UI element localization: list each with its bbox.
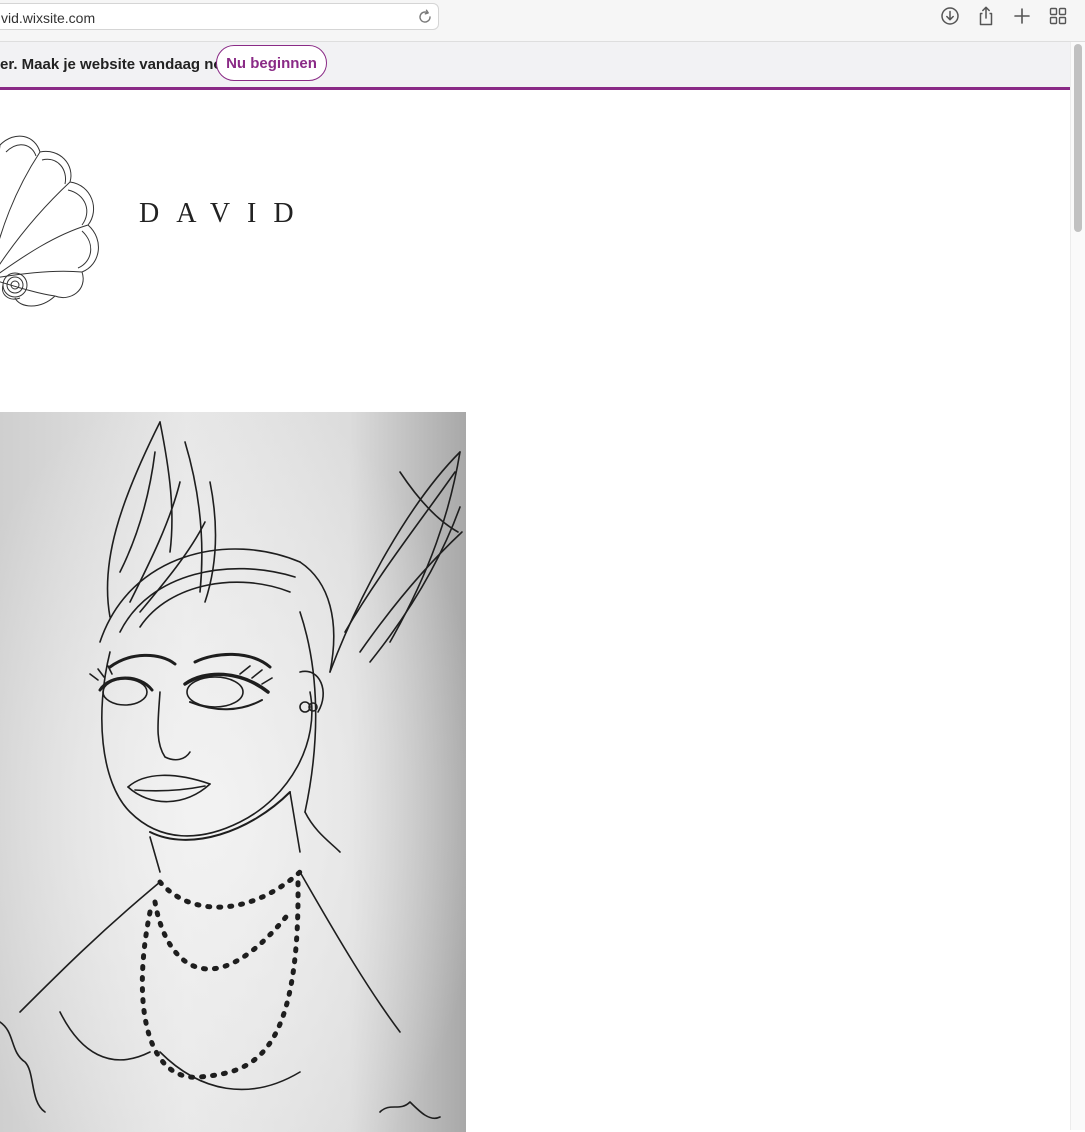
browser-toolbar: vid.wixsite.com	[0, 0, 1085, 42]
plus-icon[interactable]	[1011, 5, 1033, 27]
address-text: vid.wixsite.com	[1, 10, 96, 26]
artwork-image[interactable]	[0, 412, 466, 1132]
start-now-button[interactable]: Nu beginnen	[216, 45, 327, 81]
download-icon[interactable]	[939, 5, 961, 27]
scrollbar-thumb[interactable]	[1074, 44, 1082, 232]
page-scrollbar[interactable]	[1070, 42, 1085, 1130]
shell-logo-icon[interactable]	[0, 130, 105, 310]
site-title[interactable]: DAVID	[139, 198, 311, 230]
site-page: DAVID	[0, 90, 1070, 1132]
banner-message: er. Maak je website vandaag nog.	[0, 56, 236, 73]
reload-icon[interactable]	[416, 8, 434, 26]
wix-promo-banner: er. Maak je website vandaag nog. Nu begi…	[0, 42, 1070, 90]
share-icon[interactable]	[975, 5, 997, 27]
grid-icon[interactable]	[1047, 5, 1069, 27]
address-bar[interactable]: vid.wixsite.com	[0, 3, 439, 30]
